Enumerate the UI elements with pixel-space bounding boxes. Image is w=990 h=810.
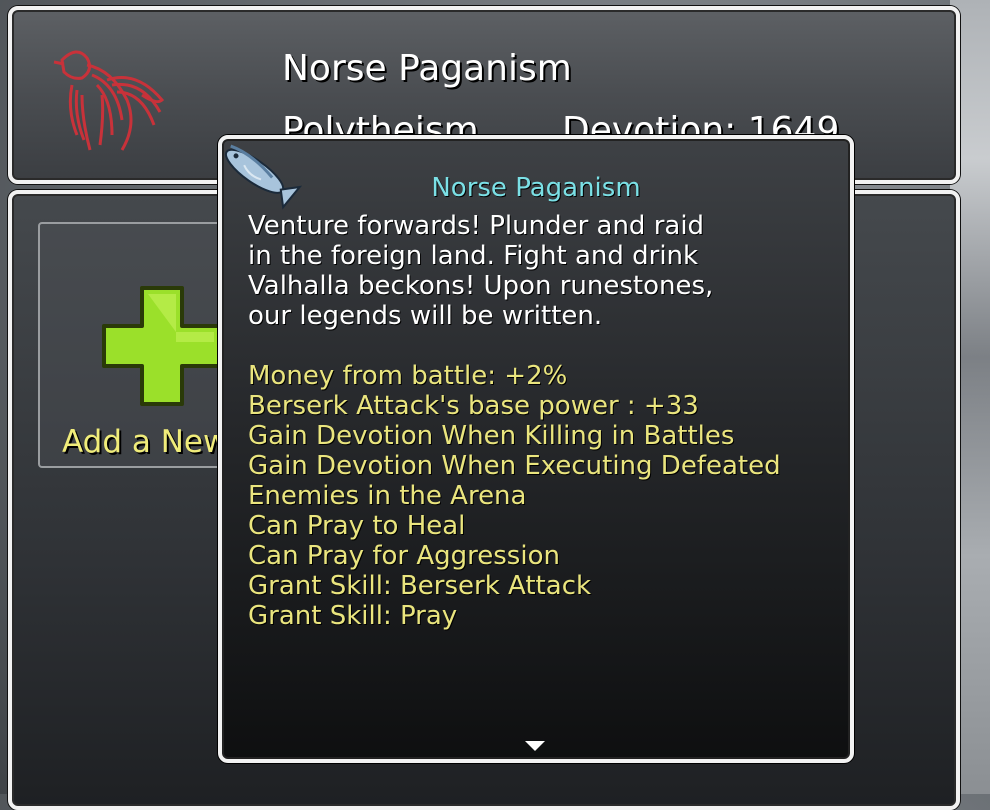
description-line: our legends will be written. bbox=[248, 301, 603, 331]
tooltip-effects-list: Money from battle: +2% Berserk Attack's … bbox=[248, 361, 781, 631]
description-line: in the foreign land. Fight and drink bbox=[248, 241, 699, 271]
effect-item: Enemies in the Arena bbox=[248, 481, 527, 511]
effect-item: Grant Skill: Pray bbox=[248, 601, 458, 631]
tooltip-title: Norse Paganism bbox=[431, 173, 641, 203]
effect-item: Gain Devotion When Killing in Battles bbox=[248, 421, 735, 451]
description-line: Venture forwards! Plunder and raid bbox=[248, 211, 705, 241]
effect-item: Gain Devotion When Executing Defeated bbox=[248, 451, 781, 481]
scroll-down-arrow-icon[interactable] bbox=[525, 741, 545, 751]
raven-banner-icon bbox=[53, 50, 165, 151]
effect-item: Can Pray for Aggression bbox=[248, 541, 560, 571]
fish-icon bbox=[224, 144, 302, 210]
religion-name: Norse Paganism bbox=[282, 48, 572, 89]
effect-item: Can Pray to Heal bbox=[248, 511, 466, 541]
description-line: Valhalla beckons! Upon runestones, bbox=[248, 271, 714, 301]
effect-item: Berserk Attack's base power : +33 bbox=[248, 391, 699, 421]
effect-item: Grant Skill: Berserk Attack bbox=[248, 571, 592, 601]
tooltip-description: Venture forwards! Plunder and raid in th… bbox=[248, 211, 713, 331]
religion-tooltip: Norse Paganism Venture forwards! Plunder… bbox=[218, 135, 854, 763]
green-plus-icon bbox=[102, 286, 222, 406]
add-new-label: Add a New bbox=[62, 424, 229, 460]
effect-item: Money from battle: +2% bbox=[248, 361, 568, 391]
